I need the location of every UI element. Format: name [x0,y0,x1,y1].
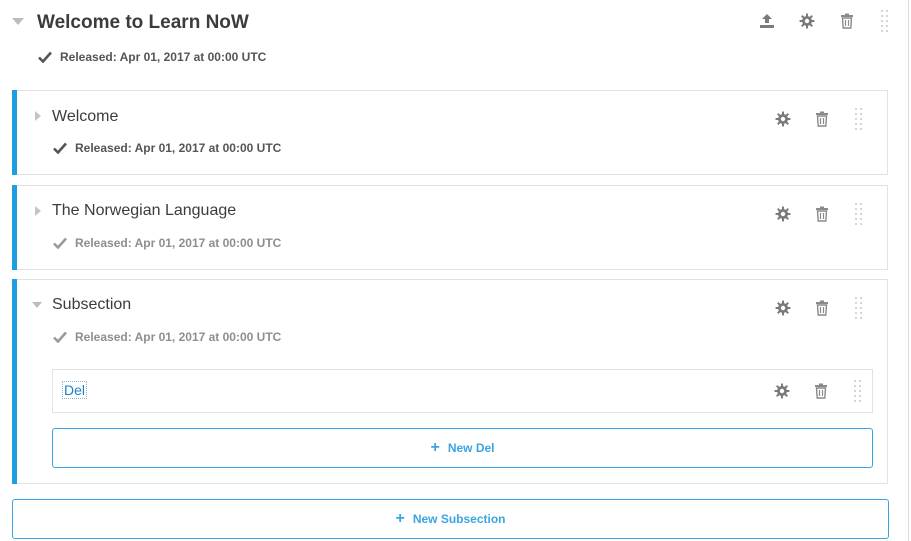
new-subsection-button[interactable]: + New Subsection [12,499,889,539]
expand-caret-icon[interactable] [35,111,41,121]
unit-title-link[interactable]: Del [61,381,88,399]
trash-icon[interactable] [838,12,856,30]
section-title[interactable]: Welcome to Learn NoW [37,12,249,34]
subsection-welcome: Welcome Released: Apr 01, 2017 at 00:00 … [12,90,888,175]
subsection-title[interactable]: Subsection [52,296,131,314]
subsection-accent-bar [12,90,17,175]
subsection-title[interactable]: Welcome [52,108,118,126]
publish-icon[interactable] [758,12,776,30]
trash-icon[interactable] [813,110,831,128]
new-subsection-label: New Subsection [412,512,506,526]
plus-icon: + [395,510,405,527]
subsection-release-status: Released: Apr 01, 2017 at 00:00 UTC [53,141,281,155]
new-unit-label: New Del [447,441,495,455]
subsection-status-text: Released: Apr 01, 2017 at 00:00 UTC [75,141,282,155]
new-unit-button[interactable]: + New Del [52,428,873,468]
subsection-status-text: Released: Apr 01, 2017 at 00:00 UTC [75,330,282,344]
drag-handle-icon[interactable] [854,380,864,402]
trash-icon[interactable] [813,205,831,223]
section-header: Welcome to Learn NoW Released: Apr 01, 2… [0,0,908,80]
expand-caret-icon[interactable] [35,206,41,216]
section-status-text: Released: Apr 01, 2017 at 00:00 UTC [60,50,267,64]
subsection-status-text: Released: Apr 01, 2017 at 00:00 UTC [75,236,282,250]
subsection-accent-bar [12,185,17,270]
drag-handle-icon[interactable] [855,297,865,319]
trash-icon[interactable] [812,382,830,400]
checkmark-icon [53,142,67,154]
collapse-section-caret-icon[interactable] [12,18,24,25]
trash-icon[interactable] [813,299,831,317]
checkmark-icon [53,237,67,249]
checkmark-icon [38,51,52,63]
gear-icon[interactable] [774,110,792,128]
drag-handle-icon[interactable] [881,10,891,32]
gear-icon[interactable] [773,382,791,400]
drag-handle-icon[interactable] [855,108,865,130]
outline-right-border [908,0,909,541]
subsection-accent-bar [12,279,17,484]
drag-handle-icon[interactable] [855,203,865,225]
unit-row: Del [52,369,873,413]
subsection-title[interactable]: The Norwegian Language [52,202,236,220]
subsection-release-status: Released: Apr 01, 2017 at 00:00 UTC [53,236,281,250]
section-release-status: Released: Apr 01, 2017 at 00:00 UTC [38,50,266,64]
plus-icon: + [430,439,440,456]
subsection-norwegian-language: The Norwegian Language Released: Apr 01,… [12,185,888,270]
gear-icon[interactable] [774,205,792,223]
checkmark-icon [53,331,67,343]
collapse-caret-icon[interactable] [32,302,42,308]
gear-icon[interactable] [798,12,816,30]
gear-icon[interactable] [774,299,792,317]
subsection-release-status: Released: Apr 01, 2017 at 00:00 UTC [53,330,281,344]
